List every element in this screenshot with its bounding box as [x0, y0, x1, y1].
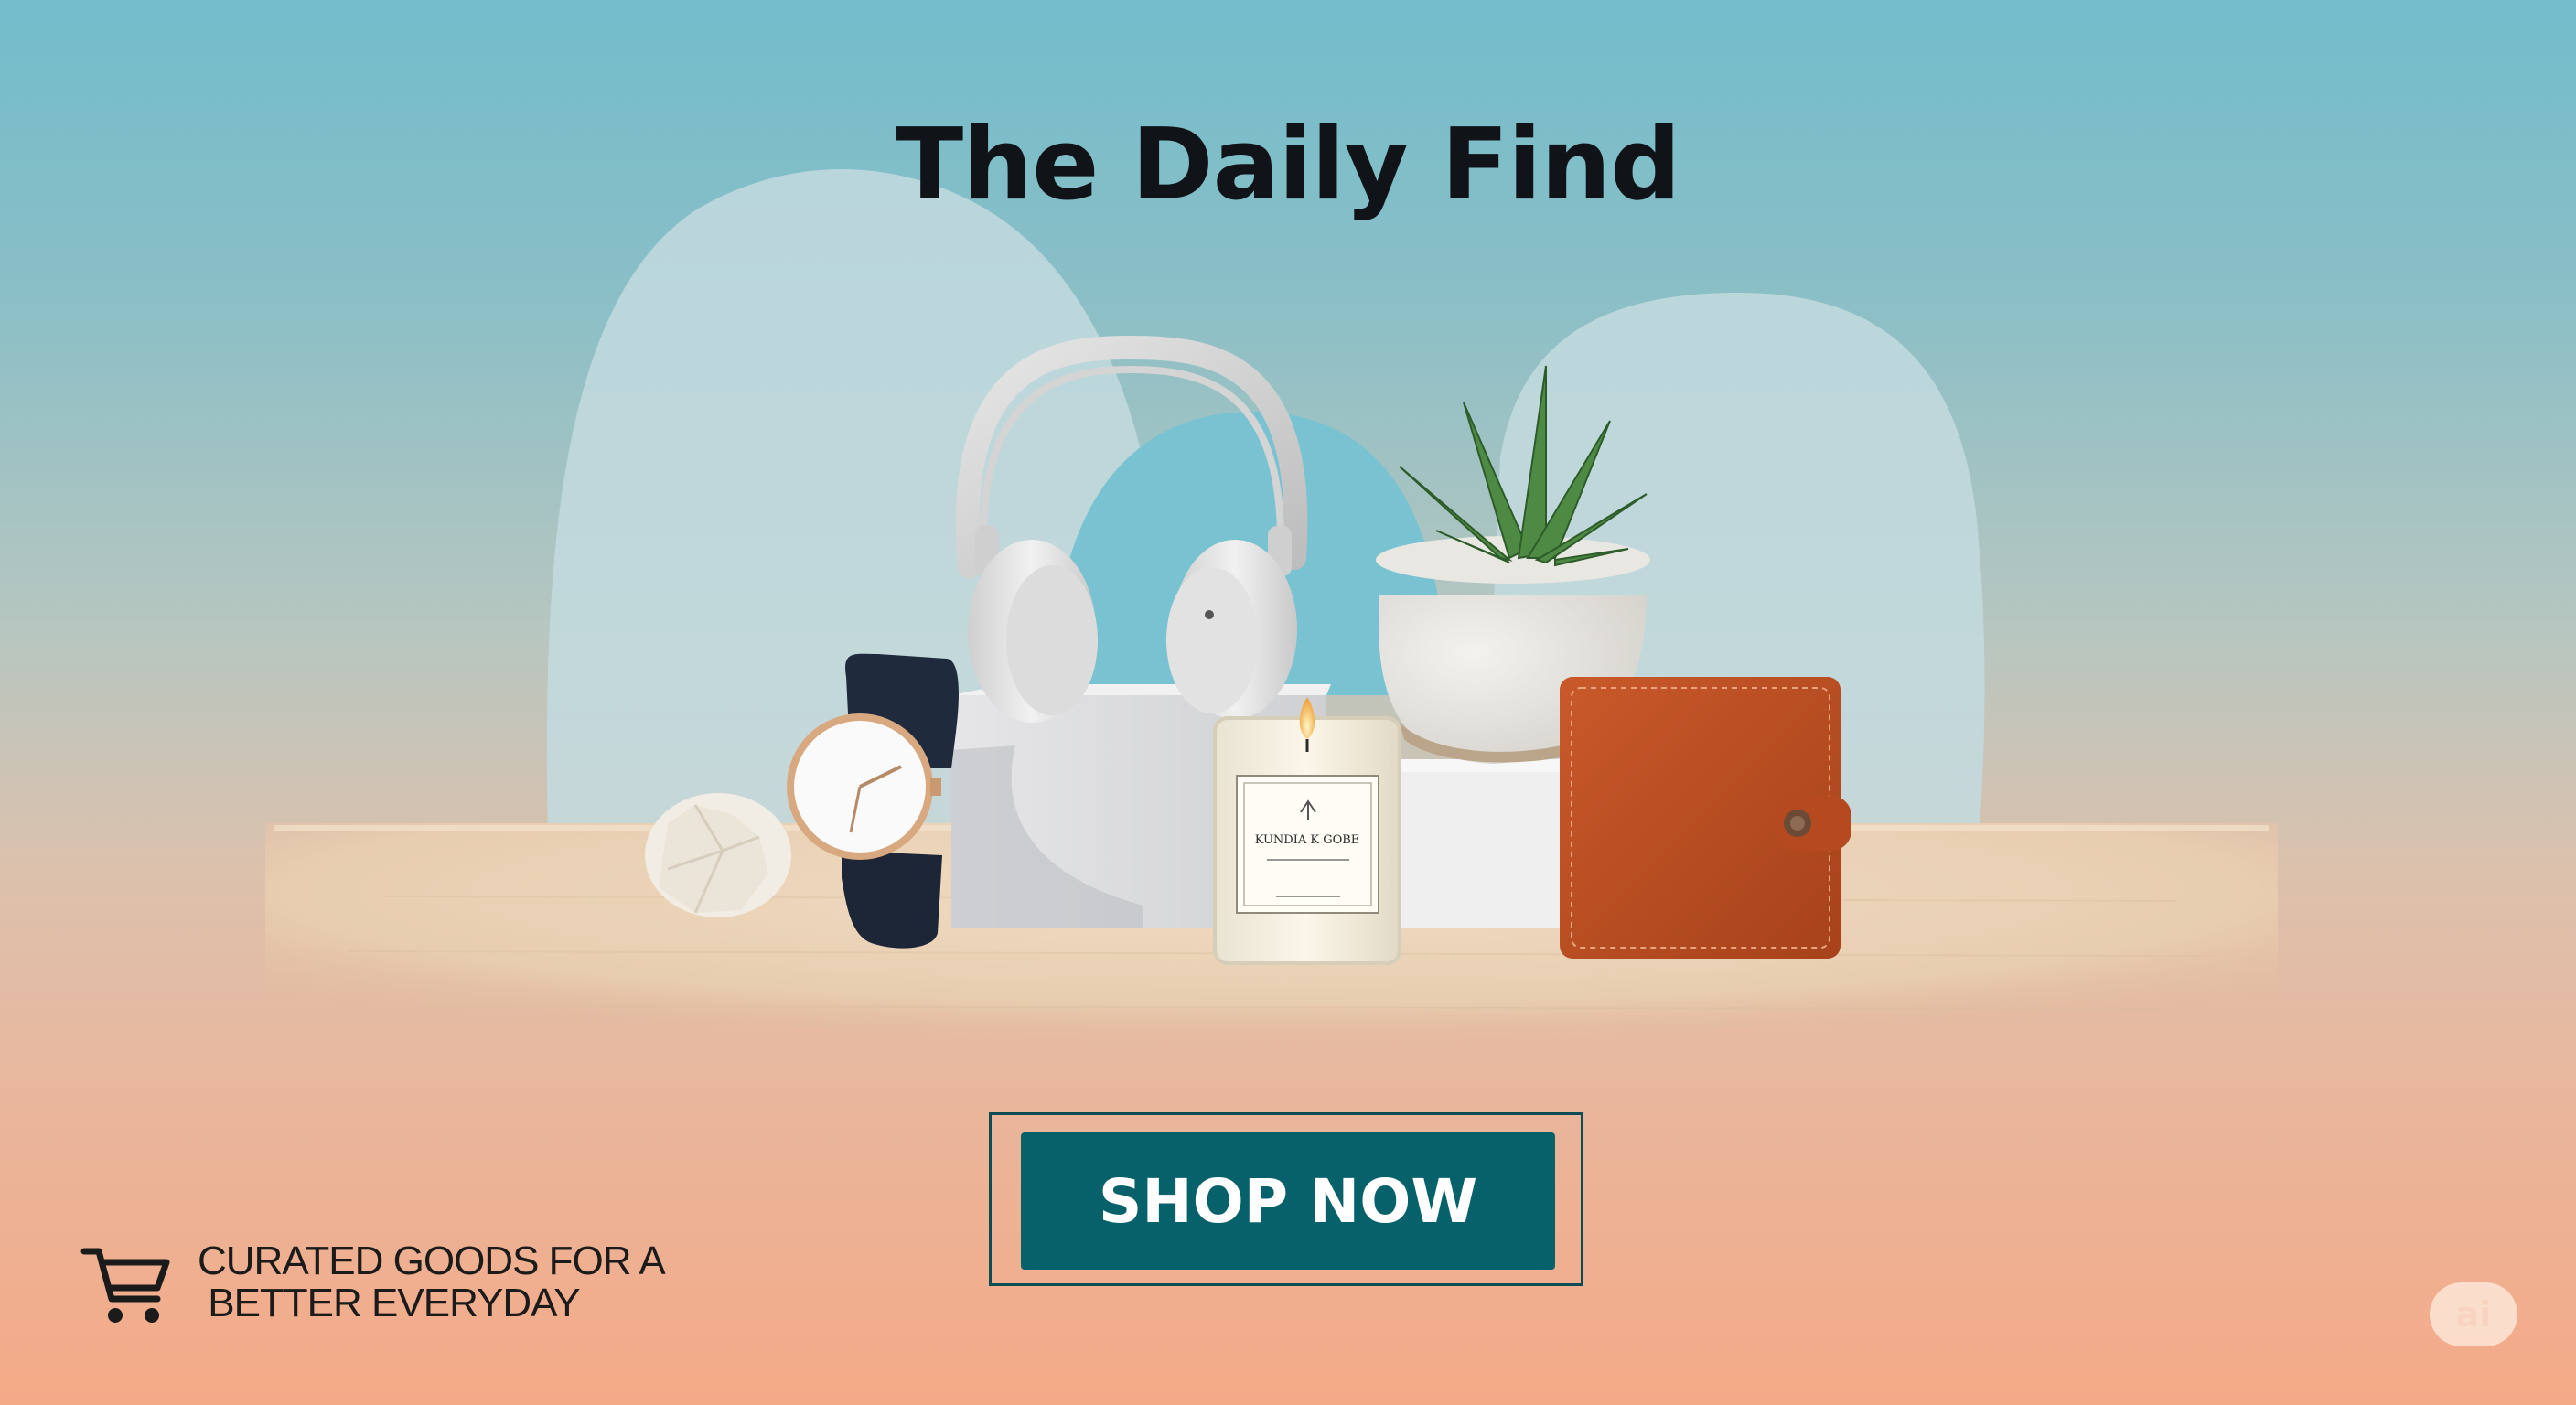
wallet-image	[1560, 677, 1852, 959]
stone-image	[645, 793, 791, 917]
shopping-cart-icon	[80, 1248, 170, 1323]
ai-badge: ai	[2430, 1282, 2517, 1346]
tagline-line-1: CURATED GOODS FOR A	[198, 1239, 666, 1283]
shop-now-button[interactable]: SHOP NOW	[1021, 1132, 1555, 1270]
candle-image: KUNDIA K GOBE	[1213, 697, 1401, 965]
page-title: The Daily Find	[896, 108, 1681, 222]
candle-label: KUNDIA K GOBE	[1255, 833, 1360, 847]
tagline-text: CURATED GOODS FOR A BETTER EVERYDAY	[198, 1240, 710, 1325]
tagline-line-2: BETTER EVERYDAY	[198, 1281, 580, 1325]
